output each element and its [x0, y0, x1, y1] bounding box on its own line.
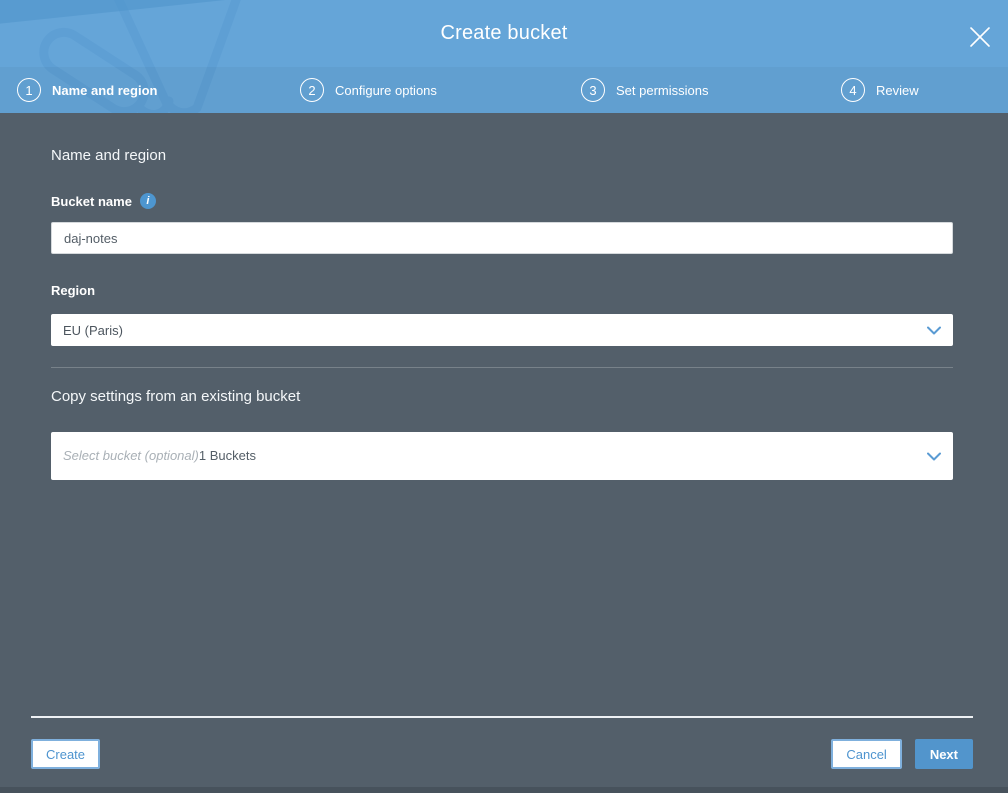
bucket-name-input[interactable]	[51, 222, 953, 254]
section-title-copy-settings: Copy settings from an existing bucket	[51, 388, 301, 405]
step-number: 4	[841, 78, 865, 102]
region-label-text: Region	[51, 283, 96, 298]
step-number: 1	[17, 78, 41, 102]
form-content: Name and region Bucket name i Region EU …	[0, 113, 1008, 480]
step-number: 3	[581, 78, 605, 102]
step-1[interactable]: 1 Name and region	[17, 78, 157, 102]
step-4[interactable]: 4 Review	[841, 78, 919, 102]
region-select[interactable]: EU (Paris)	[51, 314, 953, 346]
step-label: Set permissions	[616, 82, 709, 98]
section-title-name-and-region: Name and region	[51, 147, 167, 164]
bucket-count: 1 Buckets	[198, 448, 256, 463]
step-label: Configure options	[335, 82, 437, 98]
step-3[interactable]: 3 Set permissions	[581, 78, 708, 102]
next-button[interactable]: Next	[914, 739, 973, 769]
bucket-name-label-text: Bucket name	[51, 193, 132, 209]
bottom-strip	[0, 787, 1008, 793]
footer-divider	[31, 716, 973, 718]
info-icon[interactable]: i	[139, 193, 156, 209]
bucket-name-label: Bucket name i	[51, 193, 953, 209]
modal-footer: Create Cancel Next	[31, 716, 973, 769]
modal-header: Create bucket 1 Name and region 2 Configure…	[0, 0, 1008, 113]
create-button[interactable]: Create	[31, 739, 101, 769]
step-label: Review	[876, 82, 919, 98]
region-label: Region	[51, 283, 953, 298]
section-divider	[51, 367, 953, 368]
step-2[interactable]: 2 Configure options	[300, 78, 437, 102]
steps-bar: 1 Name and region 2 Configure options 3 Set p…	[0, 67, 1008, 113]
title-row: Create bucket	[0, 0, 1008, 67]
region-select-value: EU (Paris)	[63, 322, 123, 338]
footer-buttons: Create Cancel Next	[31, 739, 973, 769]
cancel-button[interactable]: Cancel	[831, 739, 902, 769]
copy-bucket-select-text: Select bucket (optional)1 Buckets	[63, 447, 256, 465]
step-label: Name and region	[52, 82, 158, 98]
copy-bucket-placeholder: Select bucket (optional)	[63, 448, 199, 463]
page-title: Create bucket	[440, 22, 568, 44]
create-bucket-modal: Create bucket 1 Name and region 2 Configure…	[0, 0, 1008, 793]
copy-bucket-select[interactable]: Select bucket (optional)1 Buckets	[51, 432, 953, 480]
step-number: 2	[300, 78, 324, 102]
chevron-down-icon	[927, 452, 941, 460]
chevron-down-icon	[927, 326, 941, 334]
close-icon[interactable]	[968, 25, 992, 49]
